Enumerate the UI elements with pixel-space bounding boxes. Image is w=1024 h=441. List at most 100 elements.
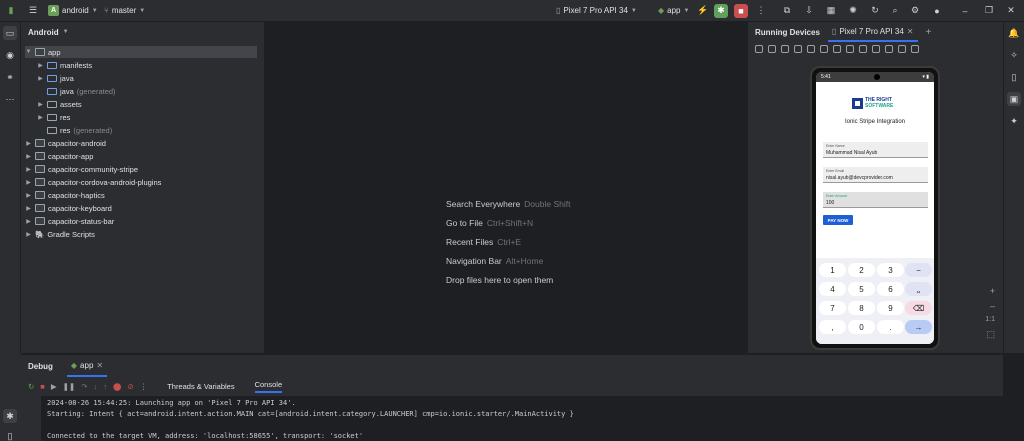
tree-item-capacitor-status-bar[interactable]: ▶ capacitor-status-bar [25, 215, 114, 227]
zoom-fit-icon[interactable]: ⬚ [986, 329, 995, 340]
fold-icon[interactable] [820, 45, 828, 53]
ai-assistant-icon[interactable]: ✦ [1007, 114, 1021, 128]
pause-icon[interactable]: ❚❚ [63, 382, 76, 391]
step-over-icon[interactable]: ↷ [81, 382, 87, 391]
zoom-out-icon[interactable]: – [990, 301, 995, 311]
more-options-icon[interactable]: ⋮ [140, 382, 148, 391]
terminal-icon[interactable]: ▯ [3, 429, 17, 441]
minimize-icon[interactable]: – [958, 4, 972, 18]
tree-item-java[interactable]: ▶ java [37, 72, 74, 84]
key-1[interactable]: 1 [819, 263, 846, 277]
key-3[interactable]: 3 [877, 263, 904, 277]
zoom-in-icon[interactable]: + [990, 286, 995, 296]
key-next[interactable]: → [905, 320, 932, 334]
resume-icon[interactable]: ▶ [51, 382, 57, 391]
gemini-icon[interactable]: ✧ [1007, 48, 1021, 62]
tree-item-capacitor-android[interactable]: ▶ capacitor-android [25, 137, 106, 149]
volume-down-icon[interactable] [781, 45, 789, 53]
tab-threads-variables[interactable]: Threads & Variables [167, 382, 234, 391]
notifications-icon[interactable]: 🔔 [1007, 26, 1021, 40]
bug-report-icon[interactable]: ✺ [846, 4, 860, 18]
tree-item-capacitor-cordova-android-plugins[interactable]: ▶ capacitor-cordova-android-plugins [25, 176, 161, 188]
debug-icon[interactable]: ✱ [714, 3, 728, 18]
more-actions-icon[interactable]: ⋮ [754, 4, 768, 18]
tree-item-assets[interactable]: ▶ assets [37, 98, 82, 110]
amount-field[interactable]: Enter Amount 100 [823, 192, 928, 208]
tree-item-gradle-scripts[interactable]: ▶ 🐘 Gradle Scripts [25, 228, 95, 240]
more-tools-icon[interactable]: ⋯ [3, 92, 17, 106]
rotate-left-icon[interactable] [794, 45, 802, 53]
key-8[interactable]: 8 [848, 301, 875, 315]
tab-console[interactable]: Console [254, 380, 283, 393]
running-devices-icon[interactable]: ▣ [1007, 92, 1021, 106]
key-4[interactable]: 4 [819, 282, 846, 296]
screenshot-icon[interactable] [872, 45, 880, 53]
stop-icon[interactable]: ■ [40, 382, 45, 391]
commit-icon[interactable]: ◉ [3, 48, 17, 62]
sdk-manager-icon[interactable]: ⇩ [802, 4, 816, 18]
search-icon[interactable]: ⌕ [888, 4, 902, 18]
tree-item-capacitor-app[interactable]: ▶ capacitor-app [25, 150, 93, 162]
structure-icon[interactable]: ⚭ [3, 70, 17, 84]
mute-breakpoints-icon[interactable]: ⊘ [127, 382, 133, 391]
volume-up-icon[interactable] [768, 45, 776, 53]
debug-session-tab[interactable]: ◆ app ✕ [66, 355, 108, 377]
key-minus[interactable]: − [905, 263, 932, 277]
project-selector[interactable]: A android ▼ [48, 5, 98, 16]
key-space[interactable]: ⎵ [905, 282, 932, 296]
key-comma[interactable]: , [819, 320, 846, 334]
tree-item-capacitor-community-stripe[interactable]: ▶ capacitor-community-stripe [25, 163, 138, 175]
layout-inspector-icon[interactable]: ▦ [824, 4, 838, 18]
email-field[interactable]: Enter Email nisal.ayub@devcprovider.com [823, 167, 928, 183]
gear-icon[interactable]: ⚙ [908, 4, 922, 18]
key-7[interactable]: 7 [819, 301, 846, 315]
pay-now-button[interactable]: PAY NOW [823, 215, 853, 225]
key-9[interactable]: 9 [877, 301, 904, 315]
main-menu-icon[interactable]: ☰ [26, 4, 40, 18]
close-icon[interactable]: ✕ [96, 361, 103, 370]
key-0[interactable]: 0 [848, 320, 875, 334]
step-out-icon[interactable]: ↑ [103, 382, 107, 391]
sync-icon[interactable]: ↻ [868, 4, 882, 18]
key-6[interactable]: 6 [877, 282, 904, 296]
debug-tool-icon[interactable]: ✱ [3, 409, 17, 423]
tree-item-capacitor-haptics[interactable]: ▶ capacitor-haptics [25, 189, 105, 201]
close-icon[interactable]: ✕ [907, 27, 914, 36]
project-panel-header[interactable]: Android ▼ [21, 22, 264, 42]
view-breakpoints-icon[interactable]: ⬤ [113, 382, 121, 391]
overview-icon[interactable] [859, 45, 867, 53]
key-backspace[interactable]: ⌫ [905, 301, 932, 315]
screen-record-icon[interactable] [885, 45, 893, 53]
power-icon[interactable] [755, 45, 763, 53]
device-manager-icon[interactable]: ▯ [1007, 70, 1021, 84]
tree-item-app[interactable]: ▼ app [25, 46, 257, 58]
project-view-icon[interactable]: ▭ [3, 26, 17, 40]
snapshot-icon[interactable] [898, 45, 906, 53]
close-icon[interactable]: ✕ [1004, 4, 1018, 18]
apply-changes-icon[interactable]: ⚡ [696, 4, 710, 18]
rerun-icon[interactable]: ↻ [28, 382, 34, 391]
tree-item-java-generated[interactable]: java (generated) [37, 85, 116, 97]
run-config-selector[interactable]: ◆ app ▼ [658, 6, 689, 15]
device-tab[interactable]: ▯ Pixel 7 Pro API 34 ✕ [827, 22, 918, 42]
console-output[interactable]: 2024-08-26 15:44:25: Launching app on 'P… [41, 396, 1003, 441]
tree-item-capacitor-keyboard[interactable]: ▶ capacitor-keyboard [25, 202, 112, 214]
tree-item-res-generated[interactable]: res (generated) [37, 124, 112, 136]
device-manager-icon[interactable]: ⧉ [780, 4, 794, 18]
stop-icon[interactable]: ■ [734, 3, 748, 18]
avatar-icon[interactable]: ● [930, 4, 944, 18]
key-5[interactable]: 5 [848, 282, 875, 296]
more-options-icon[interactable] [911, 45, 919, 53]
key-2[interactable]: 2 [848, 263, 875, 277]
zoom-actual-size[interactable]: 1:1 [985, 316, 995, 323]
tree-item-res[interactable]: ▶ res [37, 111, 70, 123]
rotate-right-icon[interactable] [807, 45, 815, 53]
branch-selector[interactable]: ⑂ master ▼ [104, 6, 145, 15]
device-selector[interactable]: ▯ Pixel 7 Pro API 34 ▼ [556, 6, 637, 15]
add-device-icon[interactable]: + [926, 27, 932, 38]
home-icon[interactable] [846, 45, 854, 53]
key-period[interactable]: . [877, 320, 904, 334]
device-screen[interactable]: 5:41 ▾ ▮ THE RIGHT SOFTWARE Ionic Stripe… [816, 72, 934, 344]
restore-icon[interactable]: ❐ [982, 4, 996, 18]
name-field[interactable]: Enter Name Muhammad Nisal Ayub [823, 142, 928, 158]
